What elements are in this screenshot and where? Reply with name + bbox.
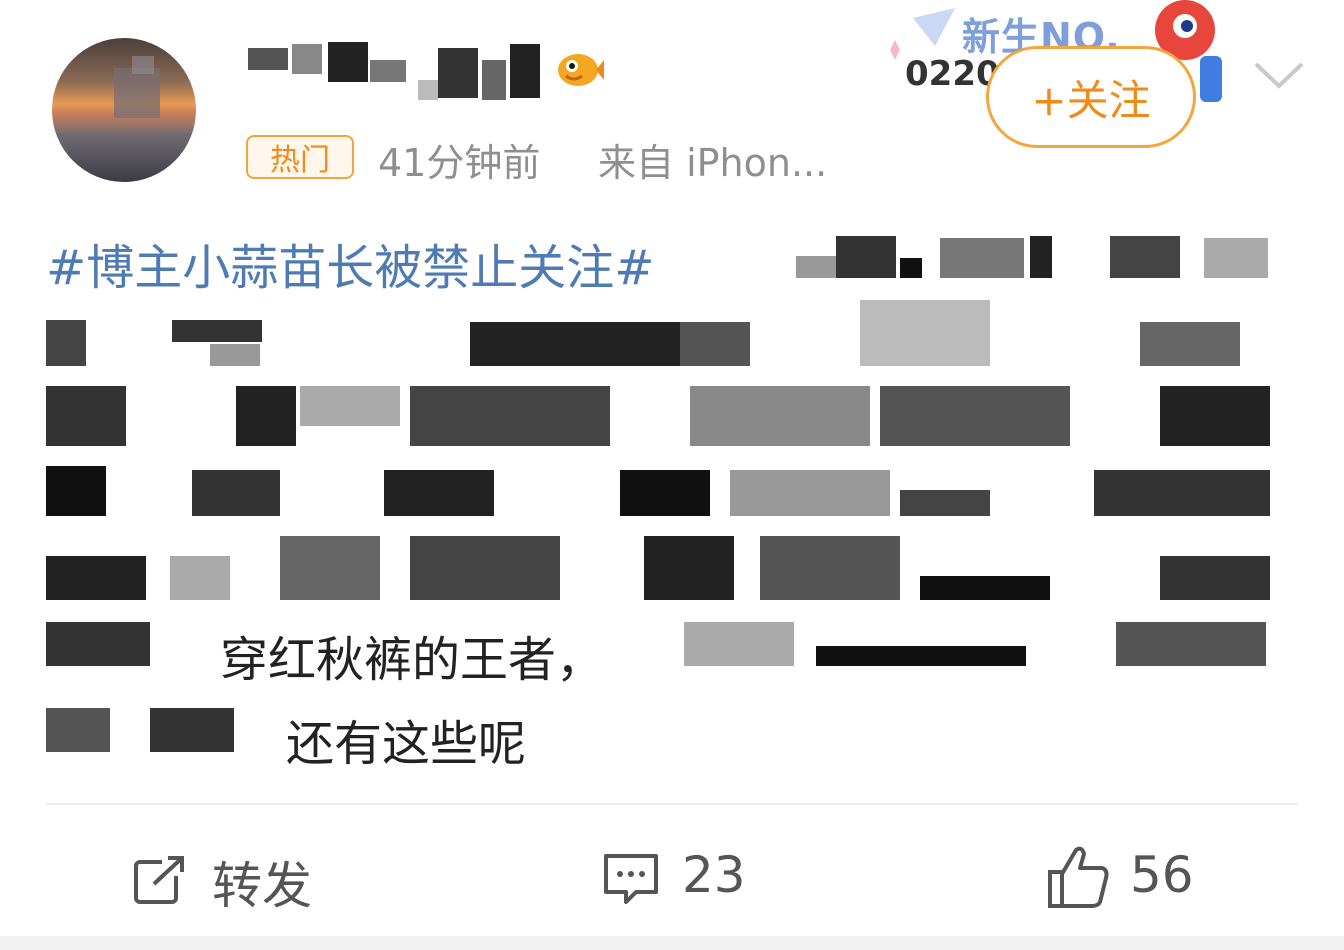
repost-button[interactable]: 转发 [120, 840, 350, 920]
comment-button[interactable]: 23 [596, 840, 796, 920]
follow-label: +关注 [1031, 75, 1151, 125]
body-text-line-7: 还有这些呢 [286, 716, 527, 772]
thumbs-up-icon [1048, 846, 1109, 908]
comment-count: 23 [682, 846, 746, 904]
fish-badge-icon [558, 54, 604, 86]
bottom-separator [0, 936, 1344, 950]
like-button[interactable]: 56 [1044, 840, 1204, 920]
hot-badge: 热门 [246, 135, 354, 179]
follow-button[interactable]: +关注 [986, 46, 1196, 148]
post-source[interactable]: 来自 iPhon... [598, 132, 827, 187]
post-time: 41分钟前 [378, 141, 541, 185]
like-count: 56 [1130, 846, 1194, 904]
username-censored[interactable] [248, 40, 548, 106]
hot-badge-label: 热门 [270, 143, 330, 178]
avatar[interactable] [52, 38, 196, 182]
topic-link[interactable]: #博主小蒜苗长被禁止关注# [46, 228, 654, 298]
comment-icon [604, 854, 658, 904]
chevron-down-icon[interactable] [1252, 54, 1306, 94]
repost-label: 转发 [212, 857, 312, 915]
repost-icon [134, 852, 188, 904]
medal-number: 0220 [905, 54, 1000, 94]
divider [46, 803, 1298, 805]
body-text-line-6: 穿红秋裤的王者， [220, 632, 605, 688]
